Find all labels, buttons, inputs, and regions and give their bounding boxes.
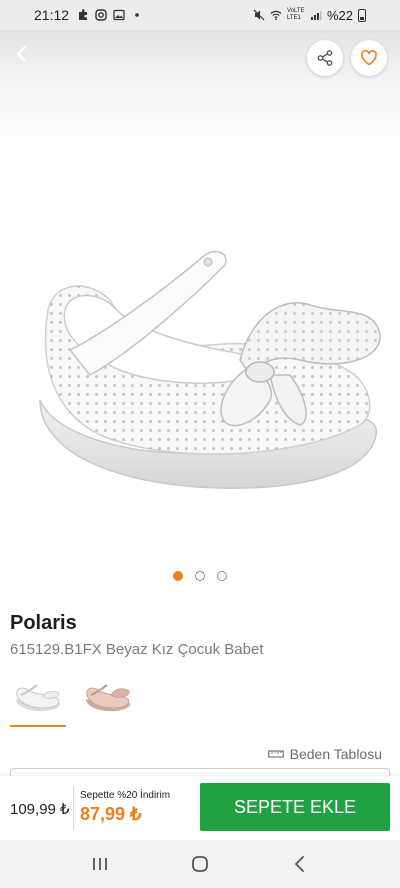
puzzle-icon xyxy=(79,9,88,20)
signal-icon xyxy=(310,11,322,20)
chevron-left-icon xyxy=(16,45,27,63)
notification-icons xyxy=(77,9,143,21)
product-brand[interactable]: Polaris xyxy=(10,612,77,635)
carousel-dot-1[interactable] xyxy=(173,571,183,581)
variant-white-thumbnail xyxy=(16,684,61,712)
discount-label: Sepette %20 İndirim xyxy=(80,790,171,801)
discounted-price: 87,99 ₺ xyxy=(80,804,142,824)
share-button[interactable] xyxy=(307,40,343,76)
ruler-icon xyxy=(267,750,284,758)
system-nav-bar xyxy=(0,840,400,888)
price-divider xyxy=(73,786,74,830)
product-gallery[interactable] xyxy=(0,30,400,590)
home-icon xyxy=(192,856,208,872)
battery-percent: %22 xyxy=(326,7,353,23)
carousel-dot-2[interactable] xyxy=(195,571,205,581)
recents-icon xyxy=(93,858,107,870)
size-table-link[interactable]: Beden Tablosu xyxy=(267,746,382,762)
back-button[interactable] xyxy=(6,38,38,70)
home-button[interactable] xyxy=(180,844,220,884)
mute-icon xyxy=(253,9,265,21)
carousel-dot-3[interactable] xyxy=(217,571,227,581)
share-icon xyxy=(317,50,333,66)
status-bar: 21:12 VoLTE LTE1 %22 xyxy=(0,0,400,30)
status-right: VoLTE LTE1 %22 xyxy=(253,8,366,23)
back-icon xyxy=(295,856,304,872)
instagram-icon xyxy=(95,9,107,21)
variant-white[interactable] xyxy=(10,670,66,727)
add-to-cart-button[interactable]: SEPETE EKLE xyxy=(200,783,390,831)
carousel-indicator xyxy=(0,571,400,581)
dot-icon xyxy=(135,13,139,17)
battery-icon xyxy=(358,8,366,22)
network-type: VoLTE LTE1 xyxy=(286,8,305,21)
color-variants xyxy=(10,670,136,727)
heart-icon xyxy=(361,49,377,66)
variant-pink[interactable] xyxy=(80,670,136,726)
gallery-icon xyxy=(113,9,125,21)
product-name: 615129.B1FX Beyaz Kız Çocuk Babet xyxy=(10,641,264,658)
recents-button[interactable] xyxy=(80,844,120,884)
product-image xyxy=(39,250,381,489)
size-table-label: Beden Tablosu xyxy=(289,746,382,762)
wifi-icon xyxy=(270,10,282,21)
status-time: 21:12 xyxy=(34,7,70,23)
favorite-button[interactable] xyxy=(351,40,387,76)
back-nav-button[interactable] xyxy=(280,844,320,884)
variant-pink-thumbnail xyxy=(86,684,131,712)
purchase-bar: 109,99 ₺ Sepette %20 İndirim 87,99 ₺ SEP… xyxy=(0,776,400,840)
original-price: 109,99 ₺ xyxy=(10,801,70,818)
